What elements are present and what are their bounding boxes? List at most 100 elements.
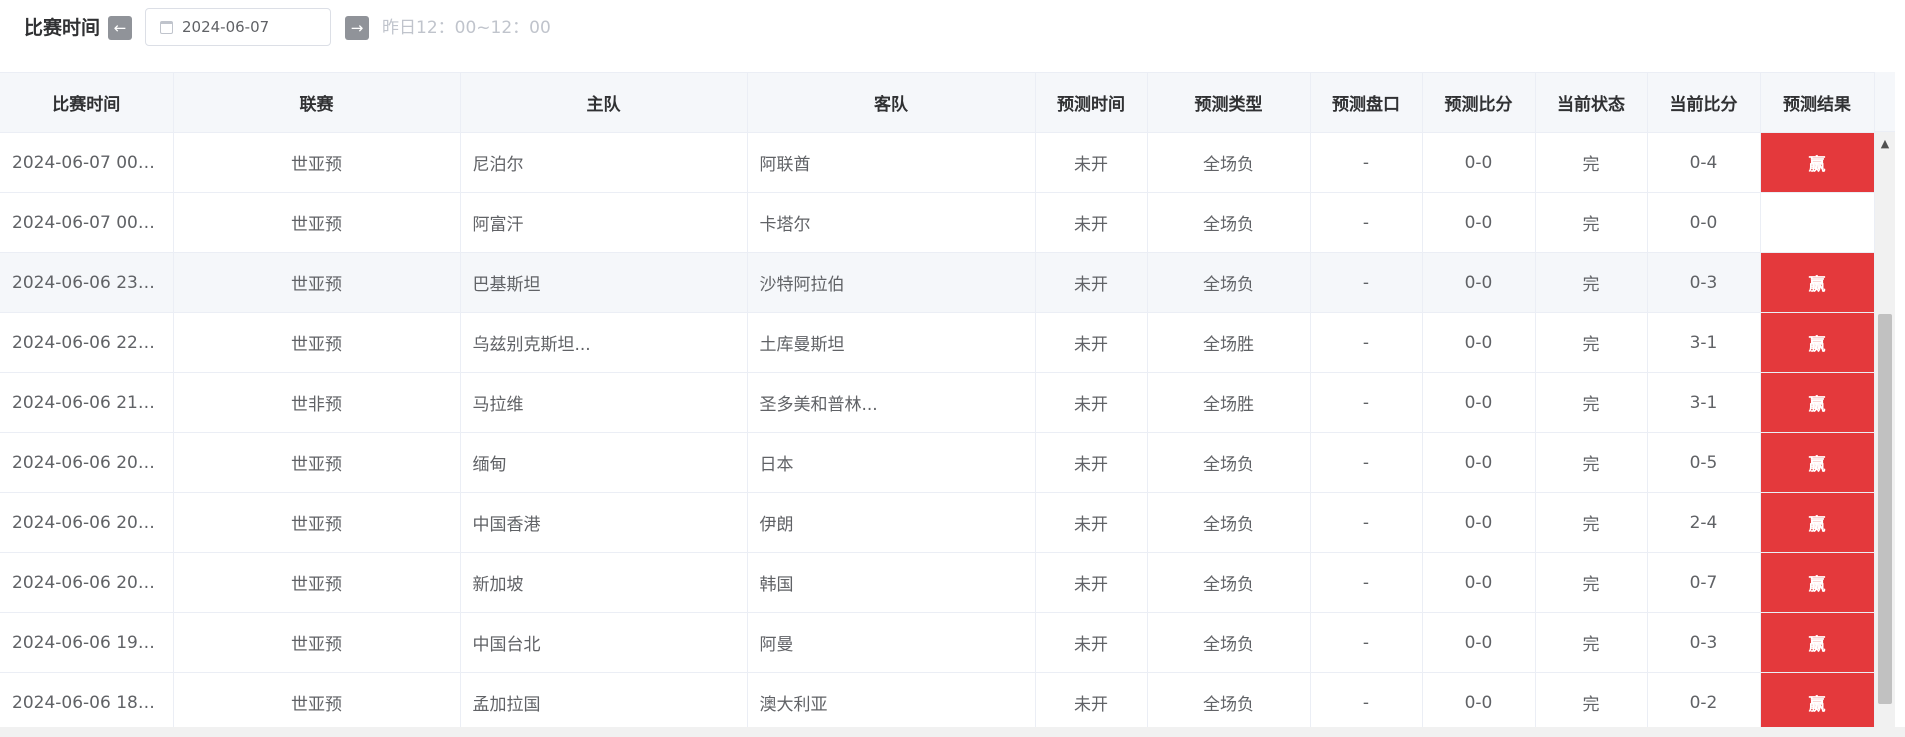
header-predict-score: 预测比分 — [1422, 73, 1536, 133]
header-predict-type: 预测类型 — [1147, 73, 1311, 133]
cell-predict-score: 0-0 — [1422, 372, 1536, 433]
scroll-thumb[interactable] — [1878, 314, 1892, 704]
time-range-text: 昨日12：00~12：00 — [382, 18, 551, 38]
cell-current-status: 完 — [1535, 672, 1648, 728]
cell-predict-time: 未开 — [1035, 132, 1148, 193]
header-home-team: 主队 — [460, 73, 748, 133]
cell-predict-type: 全场胜 — [1147, 312, 1311, 373]
cell-predict-handicap: - — [1310, 132, 1423, 193]
cell-current-score: 2-4 — [1647, 492, 1761, 553]
cell-away-team: 圣多美和普林... — [747, 372, 1036, 433]
cell-away-team: 沙特阿拉伯 — [747, 252, 1036, 313]
cell-league: 世非预 — [173, 372, 461, 433]
table-row[interactable]: 2024-06-07 00:00 世亚预 阿富汗 卡塔尔 未开 全场负 -0-0 完 0-0 — [0, 192, 1875, 253]
cell-home-team: 巴基斯坦 — [460, 252, 748, 313]
cell-predict-handicap: - — [1310, 552, 1423, 613]
cell-predict-score: 0-0 — [1422, 312, 1536, 373]
cell-predict-result: 赢 — [1760, 372, 1875, 433]
cell-match-time: 2024-06-06 20:00 — [0, 552, 174, 613]
cell-current-score: 3-1 — [1647, 372, 1761, 433]
cell-predict-type: 全场负 — [1147, 612, 1311, 673]
cell-predict-handicap: - — [1310, 312, 1423, 373]
cell-predict-score: 0-0 — [1422, 552, 1536, 613]
cell-away-team: 日本 — [747, 432, 1036, 493]
table-header-row: 比赛时间 联赛 主队 客队 预测时间 预测类型 预测盘口 预测比分 当前状态 当前比分 预测结果 — [0, 73, 1875, 133]
prev-day-button[interactable]: ← — [108, 16, 132, 40]
cell-predict-result: 赢 — [1760, 432, 1875, 493]
cell-home-team: 孟加拉国 — [460, 672, 748, 728]
vertical-scrollbar[interactable]: ▲ — [1875, 132, 1895, 727]
table-row[interactable]: 2024-06-06 22:30 世亚预 乌兹别克斯坦... 土库曼斯坦 未开 全场胜 -0… — [0, 312, 1875, 373]
cell-predict-time: 未开 — [1035, 612, 1148, 673]
table-row[interactable]: 2024-06-06 21:00 世非预 马拉维 圣多美和普林... 未开 全场胜 -0-0… — [0, 372, 1875, 433]
cell-away-team: 伊朗 — [747, 492, 1036, 553]
cell-match-time: 2024-06-06 22:30 — [0, 312, 174, 373]
date-input[interactable] — [182, 17, 322, 37]
cell-predict-result: 赢 — [1760, 492, 1875, 553]
table-row[interactable]: 2024-06-07 00:00 世亚预 尼泊尔 阿联酋 未开 全场负 -0-0 完 0-4 赢 — [0, 132, 1875, 193]
cell-current-status: 完 — [1535, 192, 1648, 253]
cell-predict-type: 全场负 — [1147, 672, 1311, 728]
horizontal-scrollbar-track[interactable] — [0, 727, 1905, 737]
cell-current-status: 完 — [1535, 312, 1648, 373]
table-row[interactable]: 2024-06-06 18:45 世亚预 孟加拉国 澳大利亚 未开 全场负 -0-0 完 0-2… — [0, 672, 1875, 728]
next-day-button[interactable]: → — [345, 16, 369, 40]
arrow-left-icon: ← — [113, 19, 127, 37]
predictions-table: 比赛时间 联赛 主队 客队 预测时间 预测类型 预测盘口 预测比分 当前状态 当前比分 预测结果 2… — [0, 72, 1875, 728]
cell-league: 世亚预 — [173, 192, 461, 253]
header-current-score: 当前比分 — [1647, 73, 1761, 133]
cell-current-status: 完 — [1535, 552, 1648, 613]
header-predict-result: 预测结果 — [1760, 73, 1875, 133]
cell-current-status: 完 — [1535, 252, 1648, 313]
cell-match-time: 2024-06-06 23:30 — [0, 252, 174, 313]
cell-predict-handicap: - — [1310, 372, 1423, 433]
cell-current-score: 0-0 — [1647, 192, 1761, 253]
cell-predict-time: 未开 — [1035, 192, 1148, 253]
cell-away-team: 韩国 — [747, 552, 1036, 613]
cell-home-team: 缅甸 — [460, 432, 748, 493]
calendar-icon — [160, 21, 173, 34]
cell-current-status: 完 — [1535, 492, 1648, 553]
cell-current-score: 0-3 — [1647, 252, 1761, 313]
table-row[interactable]: 2024-06-06 20:00 世亚预 新加坡 韩国 未开 全场负 -0-0 完 0-7 赢 — [0, 552, 1875, 613]
cell-league: 世亚预 — [173, 492, 461, 553]
cell-predict-result: 赢 — [1760, 252, 1875, 313]
cell-match-time: 2024-06-06 21:00 — [0, 372, 174, 433]
cell-predict-score: 0-0 — [1422, 252, 1536, 313]
cell-predict-time: 未开 — [1035, 672, 1148, 728]
cell-current-score: 3-1 — [1647, 312, 1761, 373]
cell-predict-type: 全场负 — [1147, 432, 1311, 493]
cell-predict-score: 0-0 — [1422, 612, 1536, 673]
table-body: 2024-06-07 00:00 世亚预 尼泊尔 阿联酋 未开 全场负 -0-0 完 0-4 赢 2… — [0, 132, 1875, 728]
match-time-label: 比赛时间 — [24, 17, 101, 39]
cell-predict-handicap: - — [1310, 252, 1423, 313]
cell-away-team: 澳大利亚 — [747, 672, 1036, 728]
header-league: 联赛 — [173, 73, 461, 133]
cell-predict-result: 赢 — [1760, 672, 1875, 728]
cell-predict-type: 全场负 — [1147, 192, 1311, 253]
cell-away-team: 土库曼斯坦 — [747, 312, 1036, 373]
cell-predict-handicap: - — [1310, 492, 1423, 553]
cell-league: 世亚预 — [173, 252, 461, 313]
header-match-time: 比赛时间 — [0, 73, 174, 133]
header-scroll-gutter — [1875, 72, 1895, 132]
date-picker[interactable] — [145, 8, 331, 46]
cell-predict-handicap: - — [1310, 672, 1423, 728]
cell-league: 世亚预 — [173, 312, 461, 373]
table-row[interactable]: 2024-06-06 20:10 世亚预 缅甸 日本 未开 全场负 -0-0 完 0-5 赢 — [0, 432, 1875, 493]
cell-predict-type: 全场负 — [1147, 552, 1311, 613]
table-row[interactable]: 2024-06-06 23:30 世亚预 巴基斯坦 沙特阿拉伯 未开 全场负 -0-0 完 0-… — [0, 252, 1875, 313]
cell-current-score: 0-7 — [1647, 552, 1761, 613]
scroll-up-icon[interactable]: ▲ — [1875, 136, 1895, 152]
cell-home-team: 中国香港 — [460, 492, 748, 553]
header-away-team: 客队 — [747, 73, 1036, 133]
table-row[interactable]: 2024-06-06 19:00 世亚预 中国台北 阿曼 未开 全场负 -0-0 完 0-3 赢 — [0, 612, 1875, 673]
table-row[interactable]: 2024-06-06 20:00 世亚预 中国香港 伊朗 未开 全场负 -0-0 完 2-4 赢 — [0, 492, 1875, 553]
cell-current-status: 完 — [1535, 612, 1648, 673]
cell-away-team: 阿曼 — [747, 612, 1036, 673]
cell-home-team: 尼泊尔 — [460, 132, 748, 193]
cell-away-team: 卡塔尔 — [747, 192, 1036, 253]
cell-predict-handicap: - — [1310, 192, 1423, 253]
cell-away-team: 阿联酋 — [747, 132, 1036, 193]
cell-home-team: 新加坡 — [460, 552, 748, 613]
